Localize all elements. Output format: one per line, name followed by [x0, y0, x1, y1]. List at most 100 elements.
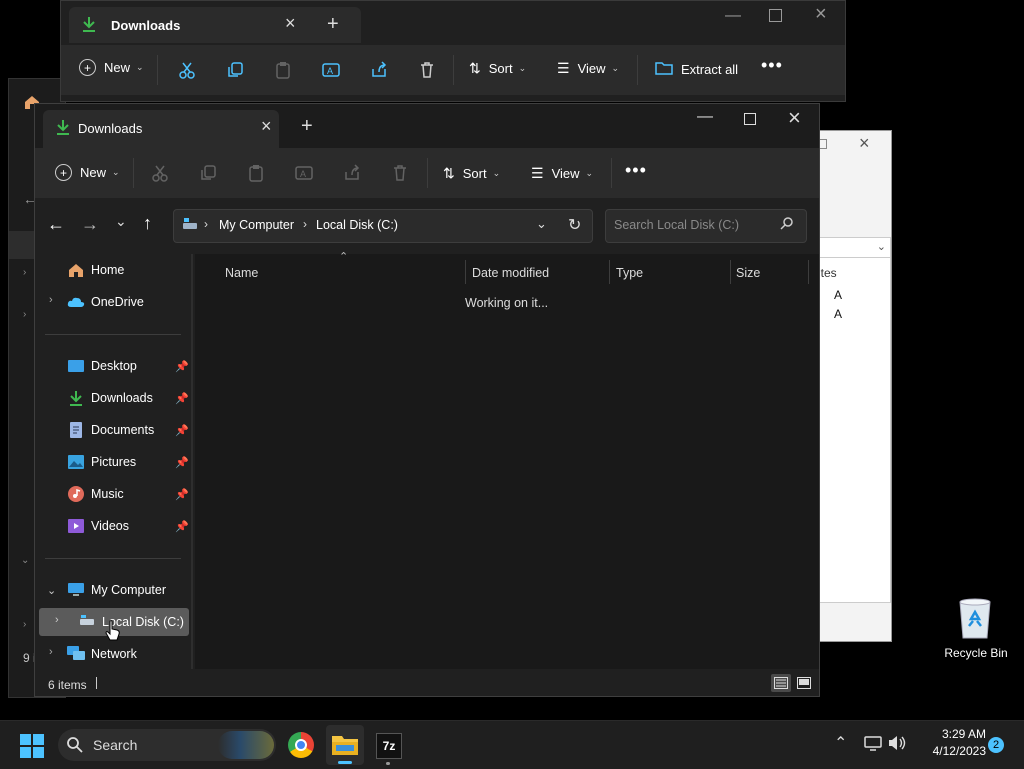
up-arrow-icon[interactable]: ↑	[143, 213, 152, 234]
copy-icon[interactable]	[223, 58, 247, 82]
clock[interactable]: 3:29 AM 4/12/2023	[918, 727, 986, 758]
sidebar-item-music[interactable]: Music 📌	[67, 480, 189, 508]
sidebar-item-my-computer[interactable]: My Computer	[67, 576, 166, 604]
column-divider[interactable]	[609, 260, 610, 284]
sort-button[interactable]: ⇅ Sort ⌄	[443, 165, 500, 182]
pin-icon[interactable]: 📌	[175, 488, 189, 501]
cut-icon[interactable]	[175, 58, 199, 82]
start-button[interactable]	[20, 734, 44, 761]
forward-arrow-icon[interactable]: →	[81, 214, 99, 235]
pin-icon[interactable]: 📌	[175, 520, 189, 533]
volume-icon[interactable]	[888, 735, 906, 754]
tab-downloads[interactable]: Downloads ×	[43, 110, 279, 148]
view-button[interactable]: ☰ View ⌄	[531, 165, 593, 182]
column-header-type[interactable]: Type	[616, 260, 643, 286]
share-icon[interactable]	[340, 161, 364, 185]
chevron-down-icon: ⌄	[136, 62, 144, 72]
pane-splitter[interactable]	[191, 254, 193, 669]
paste-icon[interactable]	[271, 58, 295, 82]
computer-icon	[67, 581, 85, 599]
sidebar-item-documents[interactable]: Documents 📌	[67, 416, 189, 444]
address-bar[interactable]: › My Computer › Local Disk (C:) ⌄ ↻	[173, 209, 593, 243]
chevron-right-icon[interactable]: ›	[23, 267, 26, 278]
pin-icon[interactable]: 📌	[175, 424, 189, 437]
attribute-value: A	[834, 307, 843, 321]
recent-locations-chevron-icon[interactable]: ⌄	[115, 213, 127, 230]
copy-icon[interactable]	[196, 161, 220, 185]
maximize-icon[interactable]	[744, 113, 756, 125]
column-header-date-modified[interactable]: Date modified	[472, 260, 549, 286]
delete-icon[interactable]	[415, 58, 439, 82]
notification-badge[interactable]: 2	[988, 737, 1004, 753]
close-icon[interactable]: ×	[815, 3, 827, 26]
file-list[interactable]: ⌃ Name Date modified Type Size Working o…	[195, 251, 819, 765]
network-status-icon[interactable]	[864, 736, 882, 755]
7zip-icon[interactable]: 7z	[376, 733, 402, 759]
rename-icon[interactable]: A	[292, 161, 316, 185]
close-icon[interactable]: ×	[859, 133, 870, 154]
refresh-icon[interactable]: ↻	[568, 215, 581, 235]
column-divider[interactable]	[808, 260, 809, 284]
chevron-right-icon[interactable]: ›	[23, 619, 26, 630]
column-header-size[interactable]: Size	[736, 260, 760, 286]
close-icon[interactable]: ×	[788, 105, 801, 131]
chevron-right-icon[interactable]: ›	[23, 309, 26, 320]
maximize-icon[interactable]	[769, 9, 782, 22]
sidebar-item-home[interactable]: Home	[67, 256, 124, 284]
extract-all-button[interactable]: Extract all	[655, 60, 738, 79]
view-button[interactable]: ☰ View ⌄	[557, 60, 619, 77]
file-explorer-taskbar-button[interactable]	[326, 725, 364, 765]
large-icons-view-icon[interactable]	[795, 674, 813, 692]
sidebar-label: My Computer	[91, 583, 167, 597]
column-divider[interactable]	[730, 260, 731, 284]
new-button[interactable]: + New ⌄	[79, 59, 144, 76]
taskbar-search[interactable]: Search	[58, 729, 276, 761]
tab-downloads-back[interactable]: Downloads ×	[69, 7, 361, 43]
sidebar-item-network[interactable]: Network	[67, 640, 137, 668]
column-header-name[interactable]: Name	[225, 260, 258, 286]
column-divider[interactable]	[465, 260, 466, 284]
cut-icon[interactable]	[148, 161, 172, 185]
close-tab-icon[interactable]: ×	[285, 13, 296, 34]
more-options-icon[interactable]: •••	[625, 160, 647, 181]
background-explorer-window[interactable]: Downloads × + — × + New ⌄ A ⇅ Sort ⌄ ☰ V…	[60, 0, 846, 102]
close-tab-icon[interactable]: ×	[261, 116, 272, 137]
back-arrow-icon[interactable]: ←	[47, 214, 65, 235]
chevron-down-icon[interactable]: ⌄	[21, 555, 29, 566]
details-view-icon[interactable]	[771, 674, 791, 692]
new-tab-icon[interactable]: +	[301, 115, 313, 138]
explorer-window[interactable]: Downloads × + — × + New ⌄ A ⇅ Sort ⌄ ☰ V…	[34, 103, 820, 765]
share-icon[interactable]	[367, 58, 391, 82]
chevron-right-icon[interactable]: ›	[49, 294, 53, 306]
chevron-right-icon[interactable]: ›	[49, 646, 53, 658]
divider	[45, 558, 181, 559]
new-tab-icon[interactable]: +	[327, 13, 339, 36]
chevron-right-icon[interactable]: ›	[55, 614, 59, 626]
sidebar-item-downloads[interactable]: Downloads 📌	[67, 384, 189, 412]
address-dropdown-icon[interactable]: ⌄	[536, 216, 547, 232]
chrome-icon[interactable]	[288, 732, 314, 758]
sidebar-label: Videos	[91, 519, 129, 533]
sidebar-item-desktop[interactable]: Desktop 📌	[67, 352, 189, 380]
paste-icon[interactable]	[244, 161, 268, 185]
rename-icon[interactable]: A	[319, 58, 343, 82]
chevron-down-icon[interactable]: ⌄	[47, 584, 56, 597]
sidebar-item-videos[interactable]: Videos 📌	[67, 512, 189, 540]
new-button[interactable]: + New ⌄	[55, 164, 120, 181]
breadcrumb-item[interactable]: Local Disk (C:)	[316, 218, 398, 232]
more-options-icon[interactable]: •••	[761, 55, 783, 76]
pin-icon[interactable]: 📌	[175, 360, 189, 373]
breadcrumb-item[interactable]: My Computer	[219, 218, 294, 232]
delete-icon[interactable]	[388, 161, 412, 185]
pin-icon[interactable]: 📌	[175, 392, 189, 405]
minimize-icon[interactable]: —	[697, 108, 713, 126]
sort-button[interactable]: ⇅ Sort ⌄	[469, 60, 526, 77]
search-box[interactable]: Search Local Disk (C:)	[605, 209, 807, 243]
show-hidden-icons-chevron-icon[interactable]: ⌃	[834, 733, 847, 753]
recycle-bin-shortcut[interactable]: Recycle Bin	[940, 594, 1012, 666]
minimize-icon[interactable]: —	[725, 7, 741, 25]
sidebar-item-pictures[interactable]: Pictures 📌	[67, 448, 189, 476]
sidebar-item-onedrive[interactable]: OneDrive	[67, 288, 144, 316]
title-bar[interactable]: Downloads × + — ×	[35, 104, 819, 148]
pin-icon[interactable]: 📌	[175, 456, 189, 469]
